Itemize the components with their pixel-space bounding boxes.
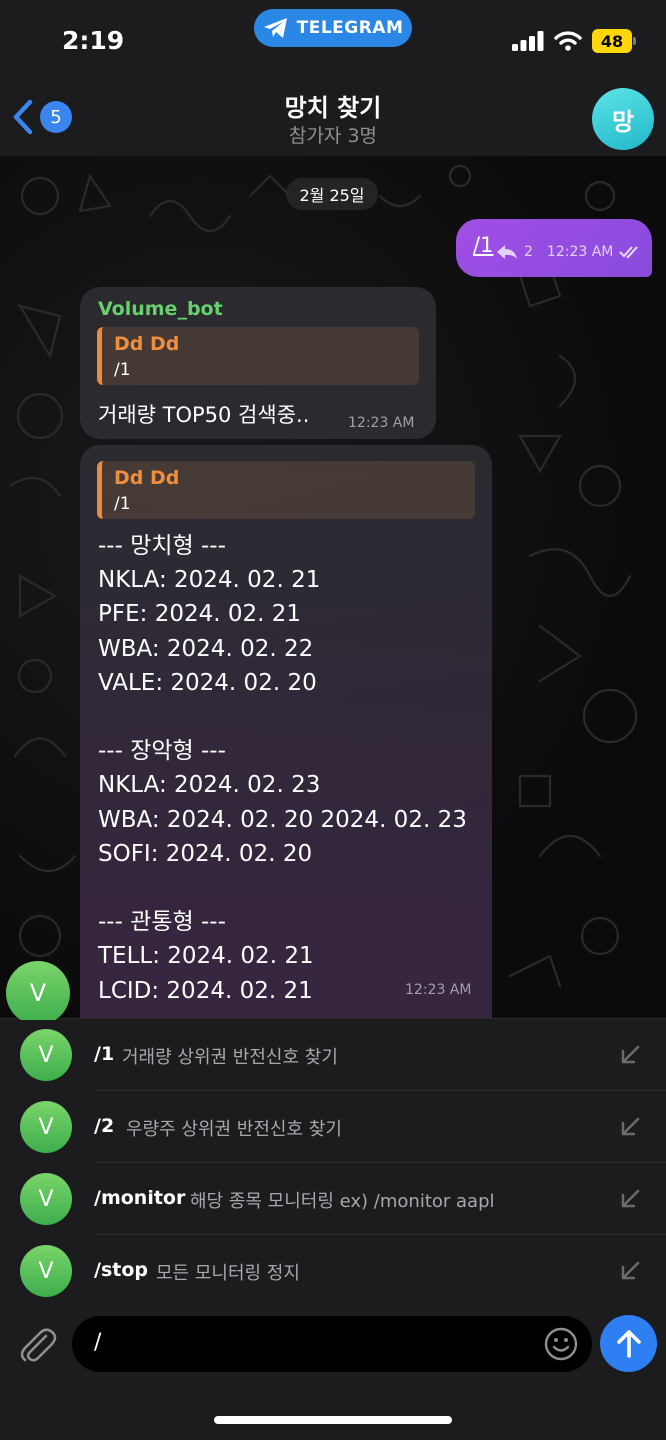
reply-quote[interactable]: Dd Dd /1 xyxy=(97,461,475,519)
paperclip-icon[interactable] xyxy=(16,1324,58,1366)
chat-area[interactable]: 2월 25일 /1 2 12:23 AM Volume_bot Dd Dd /1… xyxy=(0,156,666,1020)
telegram-pill-label: TELEGRAM xyxy=(296,18,404,38)
bot-avatar: V xyxy=(20,1029,72,1081)
message-time: 12:23 AM xyxy=(405,982,472,998)
reply-quote[interactable]: Dd Dd /1 xyxy=(97,327,419,385)
reply-text: /1 xyxy=(114,360,131,380)
command-item[interactable]: V /stop 모든 모니터링 정지 xyxy=(0,1235,666,1307)
emoji-icon[interactable] xyxy=(544,1327,578,1361)
reply-author: Dd Dd xyxy=(114,333,180,355)
insert-arrow-icon[interactable] xyxy=(618,1043,642,1067)
command-description: 우량주 상위권 반전신호 찾기 xyxy=(126,1119,342,1140)
command-item[interactable]: V /1 거래량 상위권 반전신호 찾기 xyxy=(0,1019,666,1091)
double-check-icon xyxy=(619,246,639,259)
insert-arrow-icon[interactable] xyxy=(618,1115,642,1139)
message-text: 거래량 TOP50 검색중.. xyxy=(98,403,310,427)
group-avatar[interactable]: 망 xyxy=(592,88,654,150)
home-indicator xyxy=(214,1416,452,1424)
chat-title[interactable]: 망치 찾기 xyxy=(0,88,666,123)
outgoing-time: 12:23 AM xyxy=(546,244,614,260)
outgoing-meta: 2 12:23 AM xyxy=(496,244,641,260)
command-item[interactable]: V /monitor 해당 종목 모니터링 ex) /monitor aapl xyxy=(0,1163,666,1235)
status-time: 2:19 xyxy=(62,26,125,55)
send-button[interactable] xyxy=(600,1315,657,1372)
date-chip: 2월 25일 xyxy=(286,178,378,210)
command-name: /monitor xyxy=(94,1187,186,1209)
command-description: 거래량 상위권 반전신호 찾기 xyxy=(122,1047,338,1068)
reply-count: 2 xyxy=(524,244,533,260)
command-description: 모든 모니터링 정지 xyxy=(156,1263,300,1284)
command-description: 해당 종목 모니터링 ex) /monitor aapl xyxy=(190,1191,495,1212)
outgoing-message[interactable]: /1 2 12:23 AM xyxy=(456,219,652,277)
bot-avatar: V xyxy=(20,1173,72,1225)
bot-avatar: V xyxy=(20,1245,72,1297)
telegram-pill[interactable]: TELEGRAM xyxy=(254,9,412,47)
command-name: /stop xyxy=(94,1259,148,1281)
arrow-up-icon xyxy=(616,1329,641,1358)
participants-count: 참가자 3명 xyxy=(288,125,378,147)
message-time: 12:23 AM xyxy=(348,415,415,431)
incoming-message-results[interactable]: Dd Dd /1 --- 망치형 --- NKLA: 2024. 02. 21 … xyxy=(80,445,492,1020)
battery-indicator: 48 xyxy=(592,29,636,53)
command-name: /2 xyxy=(94,1115,115,1137)
sender-name[interactable]: Volume_bot xyxy=(98,298,223,320)
reply-text: /1 xyxy=(114,494,131,514)
message-input-value[interactable]: / xyxy=(94,1330,101,1355)
incoming-message[interactable]: Volume_bot Dd Dd /1 거래량 TOP50 검색중.. 12:2… xyxy=(80,287,436,439)
sender-avatar[interactable]: V xyxy=(6,961,70,1020)
top-bar: 2:19 TELEGRAM 48 5 망치 찾기 참가자 3명 망 xyxy=(0,0,666,156)
command-item[interactable]: V /2 우량주 상위권 반전신호 찾기 xyxy=(0,1091,666,1163)
insert-arrow-icon[interactable] xyxy=(618,1259,642,1283)
message-input[interactable]: / xyxy=(72,1316,592,1372)
signal-icon xyxy=(512,31,544,51)
command-suggestions: V /1 거래량 상위권 반전신호 찾기 V /2 우량주 상위권 반전신호 찾… xyxy=(0,1018,666,1306)
input-bar: / xyxy=(0,1306,666,1440)
bot-avatar: V xyxy=(20,1101,72,1153)
insert-arrow-icon[interactable] xyxy=(618,1187,642,1211)
command-name: /1 xyxy=(94,1043,115,1065)
telegram-icon xyxy=(263,18,287,38)
message-body: --- 망치형 --- NKLA: 2024. 02. 21 PFE: 2024… xyxy=(98,533,467,1004)
wifi-icon xyxy=(554,31,582,51)
outgoing-text[interactable]: /1 xyxy=(473,233,493,257)
status-icons: 48 xyxy=(512,29,636,53)
reply-arrow-icon xyxy=(497,245,517,259)
reply-author: Dd Dd xyxy=(114,467,180,489)
